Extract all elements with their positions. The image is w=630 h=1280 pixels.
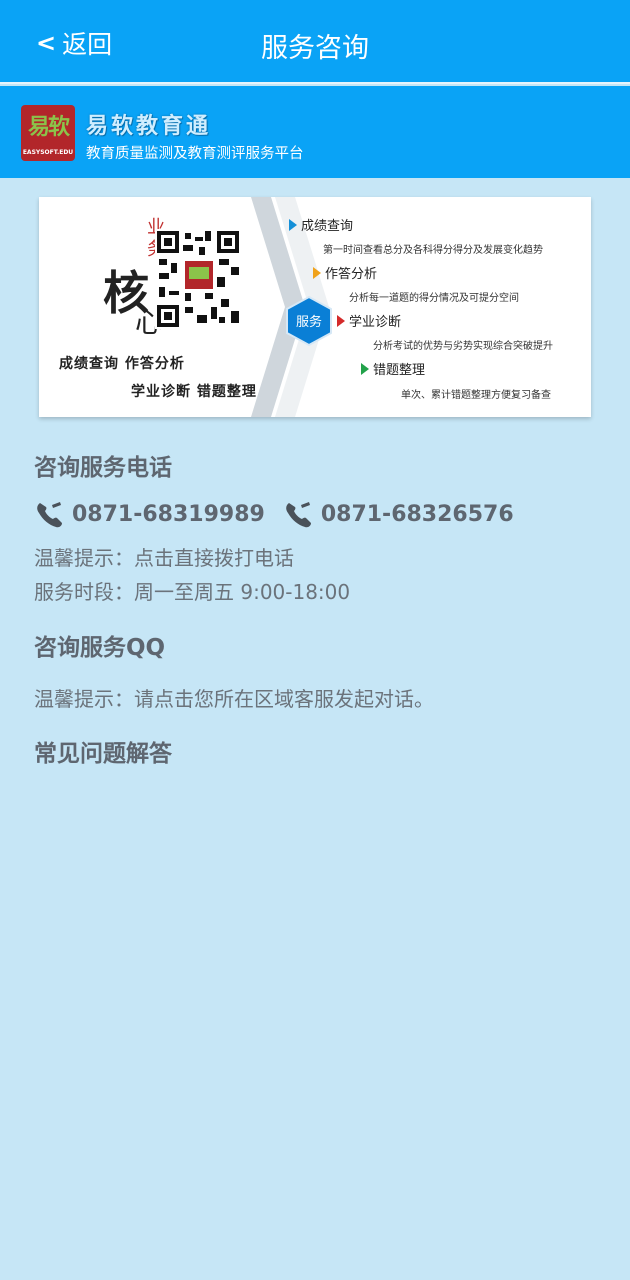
service-item-diagnosis: 学业诊断	[337, 311, 401, 330]
service-item-score: 成绩查询	[289, 215, 353, 234]
banner-tags-line1: 成绩查询 作答分析	[59, 356, 185, 372]
phone-section-title: 咨询服务电话	[34, 455, 172, 481]
logo-text: 易软	[27, 114, 70, 140]
faq-section-title[interactable]: 常见问题解答	[34, 734, 172, 768]
service-desc-score: 第一时间查看总分及各科得分得分及发展变化趋势	[323, 245, 543, 256]
service-desc-diagnosis: 分析考试的优势与劣势实现综合突破提升	[373, 341, 553, 352]
qr-code-icon	[155, 229, 241, 329]
service-banner: 业务 核 心 成绩查询 作答分析 学业诊断 错题整理 服务	[39, 197, 591, 417]
triangle-right-icon	[337, 314, 345, 327]
brand-logo: 易软 EASYSOFT.EDU	[21, 105, 75, 161]
triangle-right-icon	[313, 266, 321, 279]
service-hours: 服务时段：周一至周五 9:00-18:00	[34, 580, 351, 604]
top-bar: < 返回 服务咨询	[0, 0, 630, 84]
brand-name: 易软教育通	[86, 114, 212, 139]
phone-list: 0871-68319989 0871-68326576	[34, 498, 532, 530]
triangle-right-icon	[289, 218, 297, 231]
service-desc-answer-analysis: 分析每一道题的得分情况及可提分空间	[349, 293, 519, 304]
banner-tags-line2: 学业诊断 错题整理	[131, 384, 257, 400]
phone-tip: 温馨提示：点击直接拨打电话	[34, 546, 294, 570]
phone-link-2[interactable]: 0871-68326576	[283, 499, 514, 529]
qq-tip: 温馨提示：请点击您所在区域客服发起对话。	[34, 687, 434, 711]
qq-section-title: 咨询服务QQ	[34, 635, 166, 661]
service-item-wrong-questions: 错题整理	[361, 359, 425, 378]
service-desc-wrong-questions: 单次、累计错题整理方便复习备查	[401, 390, 551, 401]
brand-subtitle: 教育质量监测及教育测评服务平台	[86, 146, 304, 162]
telephone-icon	[286, 502, 311, 528]
page-title: 服务咨询	[261, 33, 369, 64]
telephone-icon	[37, 502, 62, 528]
service-hexagon-icon: 服务	[286, 295, 332, 347]
service-item-answer-analysis: 作答分析	[313, 263, 377, 282]
phone-number-2: 0871-68326576	[320, 501, 514, 527]
triangle-right-icon	[361, 362, 369, 375]
logo-subtext: EASYSOFT.EDU	[22, 149, 74, 156]
hex-label: 服务	[296, 314, 322, 330]
brand-bar: 易软 EASYSOFT.EDU 易软教育通 教育质量监测及教育测评服务平台	[0, 86, 630, 178]
phone-link-1[interactable]: 0871-68319989	[34, 499, 265, 529]
phone-number-1: 0871-68319989	[72, 501, 265, 527]
